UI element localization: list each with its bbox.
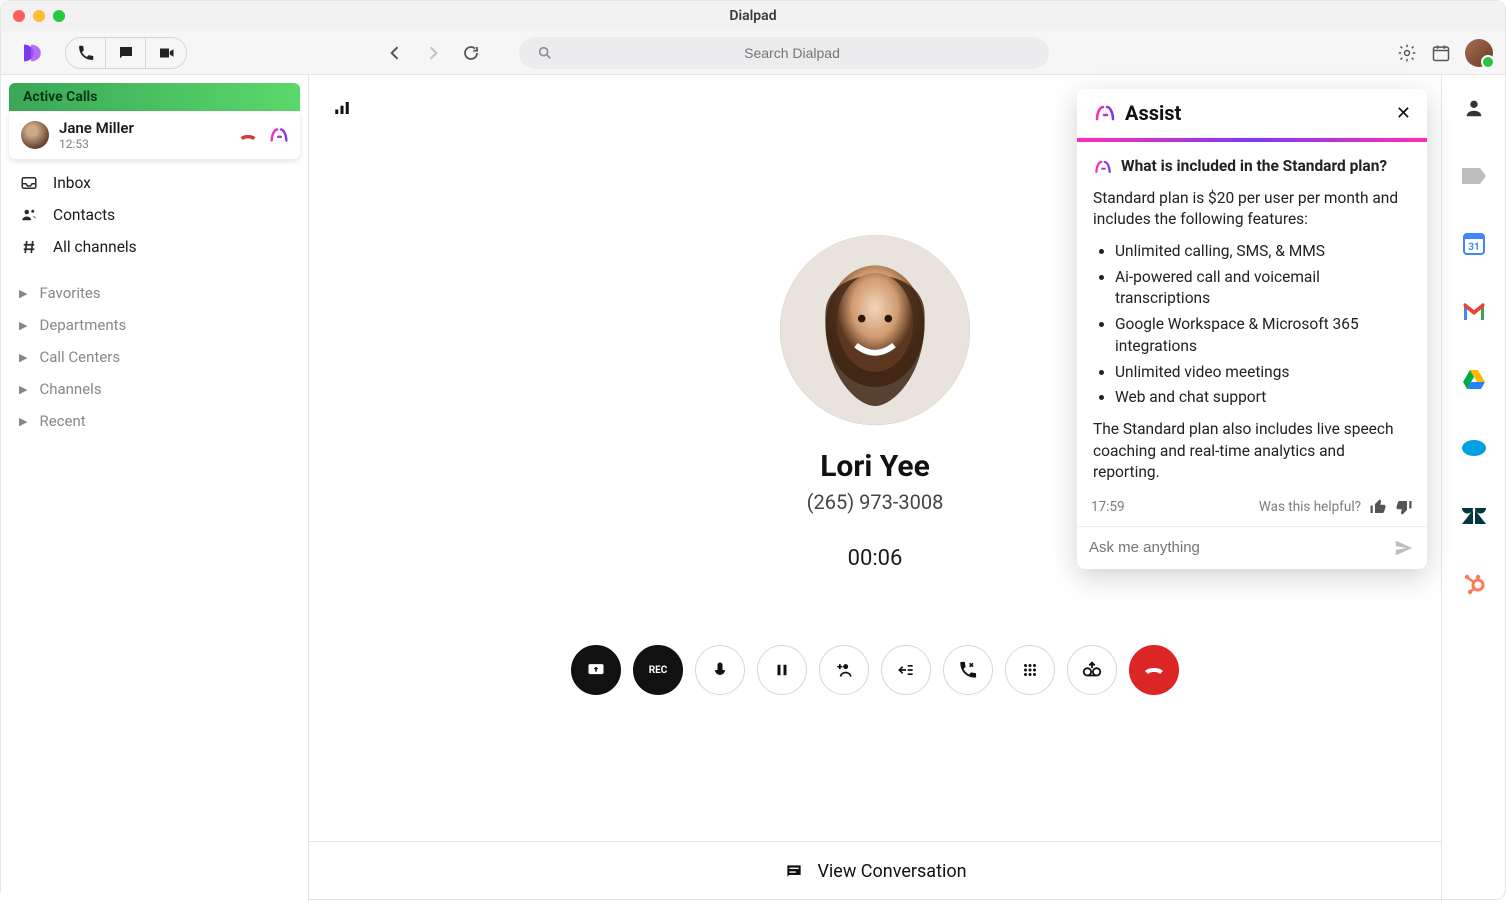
sidebar-label: All channels [53,238,137,256]
assist-ai-icon [1093,157,1113,177]
search-icon [537,45,553,61]
assist-bullet: Web and chat support [1115,387,1411,409]
sidebar-group-channels[interactable]: ▶Channels [1,373,308,405]
active-call-card[interactable]: Jane Miller 12:53 [9,111,300,159]
assist-outro: The Standard plan also includes live spe… [1093,419,1411,484]
hangup-button[interactable] [1129,645,1179,695]
sidebar-label: Inbox [53,174,91,192]
thumbs-down-icon[interactable] [1395,498,1413,516]
window-minimize[interactable] [33,10,45,22]
nav-back[interactable] [383,41,407,65]
search-bar[interactable] [519,37,1049,69]
assist-title: Assist [1125,101,1181,125]
toolbar [1,31,1505,75]
caller-phone: (265) 973-3008 [807,490,944,514]
search-input[interactable] [553,45,1031,61]
nav-forward [421,41,445,65]
voicemail-button[interactable] [1067,645,1117,695]
assist-question: What is included in the Standard plan? [1121,156,1387,178]
add-participant-button[interactable] [819,645,869,695]
thumbs-up-icon[interactable] [1369,498,1387,516]
conversation-icon [783,861,805,883]
rail-drive-icon[interactable] [1461,367,1487,393]
app-logo[interactable] [13,35,49,71]
contacts-icon [19,206,39,224]
assist-bullet-list: Unlimited calling, SMS, & MMS Ai-powered… [1115,241,1411,409]
right-rail: 31 [1441,75,1505,901]
bottom-bar[interactable]: View Conversation [309,841,1441,901]
ai-icon[interactable] [268,124,288,146]
rail-gmail-icon[interactable] [1461,299,1487,325]
park-call-button[interactable] [943,645,993,695]
assist-bullet: Ai-powered call and voicemail transcript… [1115,267,1411,310]
assist-timestamp: 17:59 [1091,499,1125,515]
sidebar-group-call-centers[interactable]: ▶Call Centers [1,341,308,373]
chat-tab[interactable] [106,38,146,68]
hash-icon [19,238,39,256]
sidebar-contacts[interactable]: Contacts [1,199,308,231]
phone-tab[interactable] [66,38,106,68]
assist-bullet: Unlimited video meetings [1115,362,1411,384]
user-avatar[interactable] [1465,39,1493,67]
inbox-icon [19,174,39,192]
titlebar: Dialpad [1,1,1505,31]
sidebar-group-favorites[interactable]: ▶Favorites [1,277,308,309]
rail-hubspot-icon[interactable] [1461,571,1487,597]
hold-button[interactable] [757,645,807,695]
assist-input[interactable] [1089,539,1393,556]
active-calls-header: Active Calls [9,83,300,111]
assist-intro: Standard plan is $20 per user per month … [1093,188,1411,231]
active-call-name: Jane Miller [59,119,228,137]
comm-type-pill [65,37,187,69]
assist-bullet: Google Workspace & Microsoft 365 integra… [1115,314,1411,357]
sidebar-label: Contacts [53,206,115,224]
settings-icon[interactable] [1397,43,1417,63]
transfer-button[interactable] [881,645,931,695]
rail-google-calendar-icon[interactable]: 31 [1461,231,1487,257]
assist-send-icon[interactable] [1393,537,1415,559]
caller-photo [780,235,970,425]
assist-close-button[interactable]: ✕ [1396,103,1411,124]
nav-reload[interactable] [459,41,483,65]
sidebar-inbox[interactable]: Inbox [1,167,308,199]
assist-bullet: Unlimited calling, SMS, & MMS [1115,241,1411,263]
svg-text:31: 31 [1468,242,1479,253]
window-close[interactable] [13,10,25,22]
mute-button[interactable] [695,645,745,695]
sidebar-all-channels[interactable]: All channels [1,231,308,263]
sidebar-group-recent[interactable]: ▶Recent [1,405,308,437]
call-timer: 00:06 [848,546,903,571]
window-zoom[interactable] [53,10,65,22]
main-area: Lori Yee (265) 973-3008 00:06 REC View C… [309,75,1441,901]
rail-salesforce-icon[interactable] [1461,435,1487,461]
calendar-icon[interactable] [1431,43,1451,63]
sidebar: Active Calls Jane Miller 12:53 Inbox Con… [1,75,309,901]
signal-icon[interactable] [333,99,351,117]
caller-name: Lori Yee [820,449,930,484]
rail-person-icon[interactable] [1461,95,1487,121]
assist-panel: Assist ✕ What is included in the Standar… [1077,89,1427,569]
assist-body: What is included in the Standard plan? S… [1077,142,1427,492]
active-call-avatar [21,121,49,149]
active-call-time: 12:53 [59,137,228,151]
screen-share-button[interactable] [571,645,621,695]
assist-helpful-label: Was this helpful? [1259,499,1361,515]
app-title: Dialpad [729,8,776,24]
sidebar-group-departments[interactable]: ▶Departments [1,309,308,341]
call-controls: REC [571,645,1179,695]
video-tab[interactable] [146,38,186,68]
rail-tag-icon[interactable] [1461,163,1487,189]
assist-logo-icon [1093,101,1117,125]
view-conversation-label: View Conversation [817,861,966,882]
record-button[interactable]: REC [633,645,683,695]
hangup-icon[interactable] [238,125,258,145]
dialpad-button[interactable] [1005,645,1055,695]
rail-zendesk-icon[interactable] [1461,503,1487,529]
